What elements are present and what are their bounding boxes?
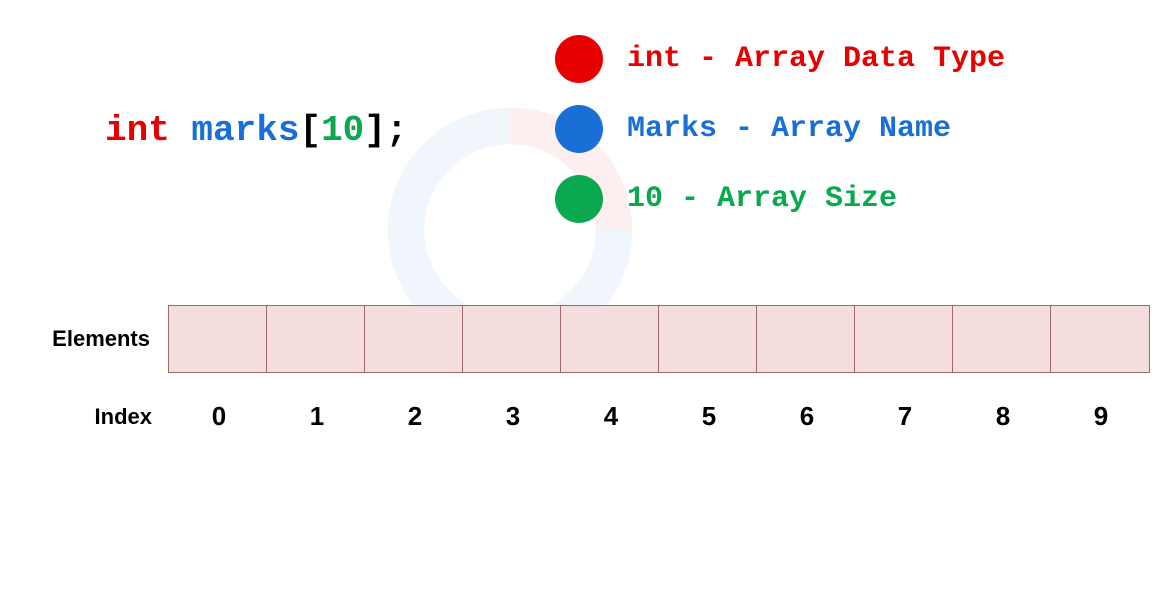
array-cell — [659, 306, 757, 372]
array-cell — [463, 306, 561, 372]
decl-name: marks — [191, 110, 299, 151]
index-value: 1 — [268, 401, 366, 432]
index-value: 4 — [562, 401, 660, 432]
index-row: Index 0 1 2 3 4 5 6 7 8 9 — [40, 401, 1150, 432]
index-value: 5 — [660, 401, 758, 432]
legend-row-arrayname: Marks - Array Name — [555, 105, 1005, 153]
decl-type: int — [105, 110, 170, 151]
array-cell — [855, 306, 953, 372]
index-value: 6 — [758, 401, 856, 432]
array-cell — [169, 306, 267, 372]
legend-text-datatype: int - Array Data Type — [627, 42, 1005, 76]
legend-text-arraysize: 10 - Array Size — [627, 182, 897, 216]
array-cell — [757, 306, 855, 372]
decl-bracket-close: ] — [364, 110, 386, 151]
legend-row-arraysize: 10 - Array Size — [555, 175, 1005, 223]
legend-dot-green — [555, 175, 603, 223]
array-cell — [1051, 306, 1149, 372]
index-values: 0 1 2 3 4 5 6 7 8 9 — [170, 401, 1150, 432]
index-value: 2 — [366, 401, 464, 432]
elements-row: Elements — [40, 305, 1150, 373]
elements-label: Elements — [40, 326, 168, 352]
array-declaration: int marks[10]; — [105, 110, 408, 151]
index-value: 8 — [954, 401, 1052, 432]
decl-semicolon: ; — [386, 110, 408, 151]
legend-dot-red — [555, 35, 603, 83]
array-cells — [168, 305, 1150, 373]
decl-bracket-open: [ — [299, 110, 321, 151]
index-value: 9 — [1052, 401, 1150, 432]
index-label: Index — [40, 404, 170, 430]
index-value: 0 — [170, 401, 268, 432]
array-cell — [953, 306, 1051, 372]
array-cell — [561, 306, 659, 372]
legend: int - Array Data Type Marks - Array Name… — [555, 35, 1005, 223]
legend-row-datatype: int - Array Data Type — [555, 35, 1005, 83]
decl-size: 10 — [321, 110, 364, 151]
legend-text-arrayname: Marks - Array Name — [627, 112, 951, 146]
array-diagram: Elements Index 0 1 2 3 4 5 6 7 8 9 — [40, 305, 1150, 432]
array-cell — [267, 306, 365, 372]
array-cell — [365, 306, 463, 372]
index-value: 3 — [464, 401, 562, 432]
legend-dot-blue — [555, 105, 603, 153]
index-value: 7 — [856, 401, 954, 432]
